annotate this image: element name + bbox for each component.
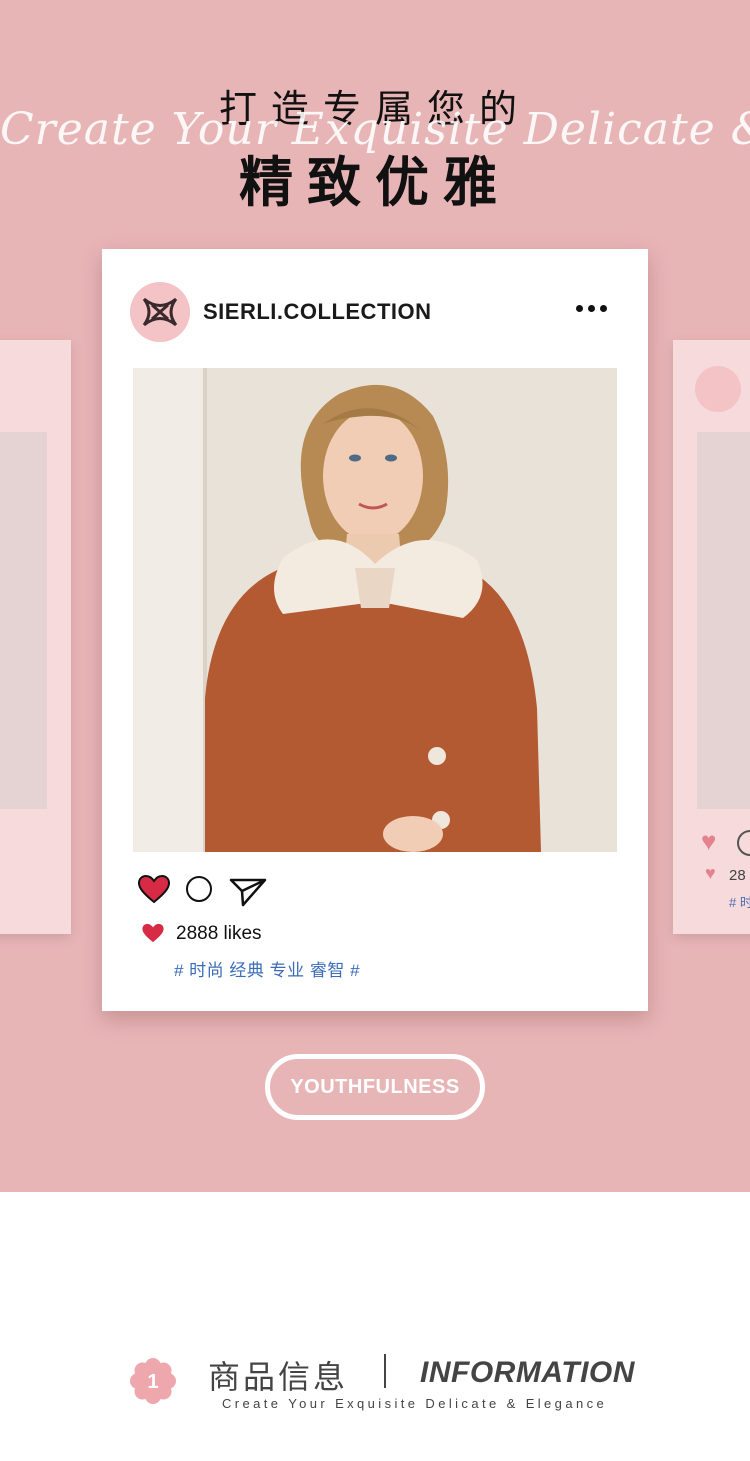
- heart-icon: ♥: [701, 826, 717, 856]
- post-photo: [133, 368, 617, 852]
- more-options-icon[interactable]: [576, 305, 607, 312]
- side-card-right: ♥ ♥ 28 # 时: [673, 340, 750, 934]
- section-title-en: INFORMATION: [420, 1356, 635, 1389]
- divider: [384, 1354, 386, 1388]
- flower-number-icon: 1: [130, 1358, 176, 1404]
- hashtags[interactable]: # 时尚 经典 专业 睿智 #: [174, 956, 360, 981]
- heart-icon: [142, 923, 164, 943]
- section-title-cn: 商品信息: [208, 1358, 349, 1396]
- like-heart-icon[interactable]: [137, 874, 171, 904]
- likes-count: 2888 likes: [176, 923, 262, 944]
- side-card-image-placeholder: [697, 432, 750, 809]
- heart-icon: ♥: [705, 863, 716, 883]
- side-likes-text: 28: [729, 867, 746, 884]
- comment-icon: [737, 830, 750, 856]
- youthfulness-badge: YOUTHFULNESS: [265, 1054, 485, 1120]
- post-card: SIERLI.COLLECTION 2888 likes # 时尚 经典 专业 …: [102, 249, 648, 1011]
- headline-line2: 精致优雅: [239, 151, 511, 214]
- post-username[interactable]: SIERLI.COLLECTION: [203, 299, 432, 325]
- sierli-logo-icon: [142, 297, 178, 327]
- side-card-image-placeholder: [0, 432, 47, 809]
- avatar[interactable]: [130, 282, 190, 342]
- section-subtitle: Create Your Exquisite Delicate & Eleganc…: [222, 1396, 608, 1411]
- section-number: 1: [147, 1371, 158, 1393]
- comment-icon[interactable]: [186, 876, 212, 902]
- share-send-icon[interactable]: [229, 877, 267, 907]
- side-avatar: [695, 366, 741, 412]
- side-tags-text: # 时: [729, 895, 750, 910]
- hero-section: 打造专属您的 Create Your Exquisite Delicate & …: [0, 0, 750, 1192]
- side-card-left: [0, 340, 71, 934]
